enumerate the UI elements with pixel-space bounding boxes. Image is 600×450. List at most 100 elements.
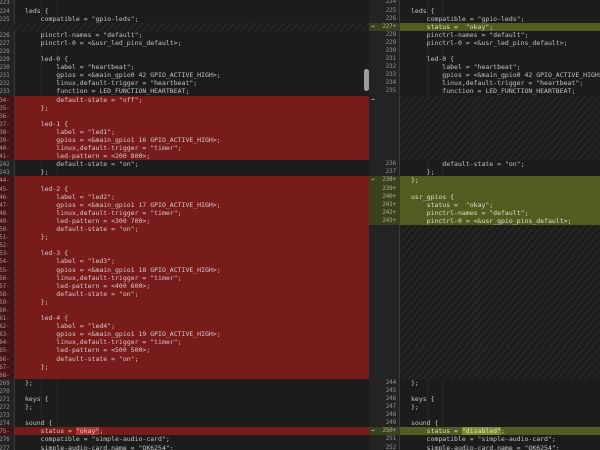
- code-text: };: [15, 363, 369, 371]
- code-text: [15, 112, 369, 120]
- code-text: [15, 176, 369, 184]
- filler-line: [369, 338, 600, 346]
- code-text: default-state = "on";: [15, 355, 369, 363]
- code-text: [400, 128, 600, 136]
- line-gutter: 230: [369, 47, 400, 55]
- line-gutter: 276: [0, 435, 15, 443]
- diff-line: 246keys {: [369, 395, 600, 403]
- diff-line: 253- led-3 {: [0, 249, 369, 257]
- line-gutter: 260-: [0, 306, 15, 314]
- diff-line: 245: [369, 387, 600, 395]
- filler-line: [369, 306, 600, 314]
- diff-line: 242+ pinctrl-names = "default";: [369, 209, 600, 217]
- code-text: pinctrl-0 = <&usr_gpio_pins_default>;: [400, 217, 600, 225]
- code-text: [400, 120, 600, 128]
- change-arrow-icon[interactable]: →: [371, 176, 375, 184]
- code-text: [15, 371, 369, 379]
- diff-line: 235 function = LED_FUNCTION_HEARTBEAT;: [369, 87, 600, 95]
- code-text: linux,default-trigger = "heartbeat";: [15, 79, 369, 87]
- line-gutter: 249: [369, 419, 400, 427]
- line-number: 245: [386, 387, 396, 395]
- code-text: default-state = "on";: [15, 290, 369, 298]
- code-text: [400, 371, 600, 379]
- scrollbar-thumb[interactable]: [364, 69, 369, 91]
- code-text: simple-audio-card,name = "OK6254";: [400, 444, 600, 450]
- change-arrow-icon[interactable]: →: [371, 23, 375, 31]
- line-number: 247: [386, 403, 396, 411]
- line-gutter: 236: [369, 160, 400, 168]
- code-text: linux,default-trigger = "timer";: [15, 209, 369, 217]
- line-gutter: 233: [369, 71, 400, 79]
- change-arrow-icon[interactable]: →: [371, 96, 375, 104]
- line-gutter: 244-: [0, 176, 15, 184]
- code-text: [15, 241, 369, 249]
- right-pane[interactable]: 224225leds {226 compatible = "gpio-leds"…: [369, 0, 600, 450]
- code-text: gpios = <&main_gpio0 42 GPIO_ACTIVE_HIGH…: [400, 71, 600, 79]
- diff-line: 263- gpios = <&main_gpio1 19 GPIO_ACTIVE…: [0, 330, 369, 338]
- diff-line: 224leds {: [0, 7, 369, 15]
- code-text: default-state = "off";: [15, 96, 369, 104]
- code-text: label = "led4";: [15, 322, 369, 330]
- code-text: label = "led2";: [15, 193, 369, 201]
- code-text: [400, 314, 600, 322]
- code-text: led-2 {: [15, 185, 369, 193]
- line-gutter: 239+: [369, 185, 400, 193]
- code-text: [15, 47, 369, 55]
- code-text: [400, 185, 600, 193]
- code-text: sound {: [400, 419, 600, 427]
- diff-line: 233 gpios = <&main_gpio0 42 GPIO_ACTIVE_…: [369, 71, 600, 79]
- code-text: [400, 322, 600, 330]
- line-gutter: 252-: [0, 241, 15, 249]
- code-text: led-4 {: [15, 314, 369, 322]
- line-gutter: 258-: [0, 290, 15, 298]
- line-gutter: 236-: [0, 112, 15, 120]
- code-text: [15, 387, 369, 395]
- line-number: 225: [386, 7, 396, 15]
- line-gutter: 237: [369, 168, 400, 176]
- code-text: label = "heartbeat";: [15, 63, 369, 71]
- line-gutter: 251-: [0, 233, 15, 241]
- code-text: pinctrl-names = "default";: [15, 31, 369, 39]
- diff-line: 229 pinctrl-0 = <&usr_led_pins_default>;: [369, 39, 600, 47]
- code-text: status = "okay";: [15, 427, 369, 435]
- code-text: usr_gpios {: [400, 193, 600, 201]
- left-pane[interactable]: 223224leds {225 compatible = "gpio-leds"…: [0, 0, 369, 450]
- code-text: status = "okay";: [400, 201, 600, 209]
- code-text: };: [15, 168, 369, 176]
- filler-line: [369, 371, 600, 379]
- diff-line: 225leds {: [369, 7, 600, 15]
- line-gutter: 268-: [0, 371, 15, 379]
- diff-line: 277 simple-audio-card,name = "OK6254";: [0, 444, 369, 450]
- line-number: 243+: [382, 217, 396, 225]
- line-gutter: 256-: [0, 274, 15, 282]
- line-number: 277: [0, 445, 10, 450]
- diff-line: 239+: [369, 185, 600, 193]
- code-text: status = "okay";: [400, 23, 600, 31]
- diff-line: 260-: [0, 306, 369, 314]
- line-gutter: 230: [0, 63, 15, 71]
- diff-line: 254- label = "led3";: [0, 257, 369, 265]
- line-gutter: [369, 338, 400, 346]
- code-text: default-state = "on";: [15, 160, 369, 168]
- diff-line: 266- default-state = "on";: [0, 355, 369, 363]
- code-text: [400, 274, 600, 282]
- filler-line: [369, 104, 600, 112]
- diff-line: 240- linux,default-trigger = "timer";: [0, 144, 369, 152]
- diff-line: 265- led-pattern = <500 500>;: [0, 346, 369, 354]
- code-text: sound {: [15, 419, 369, 427]
- code-text: gpios = <&main_gpio1 18 GPIO_ACTIVE_HIGH…: [15, 266, 369, 274]
- code-text: [400, 330, 600, 338]
- code-text: };: [15, 233, 369, 241]
- line-gutter: [369, 249, 400, 257]
- diff-line: 231 gpios = <&main_gpio0 42 GPIO_ACTIVE_…: [0, 71, 369, 79]
- line-number: 251: [386, 435, 396, 443]
- change-arrow-icon[interactable]: →: [371, 427, 375, 435]
- line-gutter: [0, 23, 15, 31]
- code-text: led-1 {: [15, 120, 369, 128]
- line-gutter: 253-: [0, 249, 15, 257]
- diff-line: 269};: [0, 379, 369, 387]
- code-text: };: [400, 176, 600, 184]
- line-gutter: 237-: [0, 120, 15, 128]
- diff-line: 243+ pinctrl-0 = <&usr_gpio_pins_default…: [369, 217, 600, 225]
- filler-line: [369, 274, 600, 282]
